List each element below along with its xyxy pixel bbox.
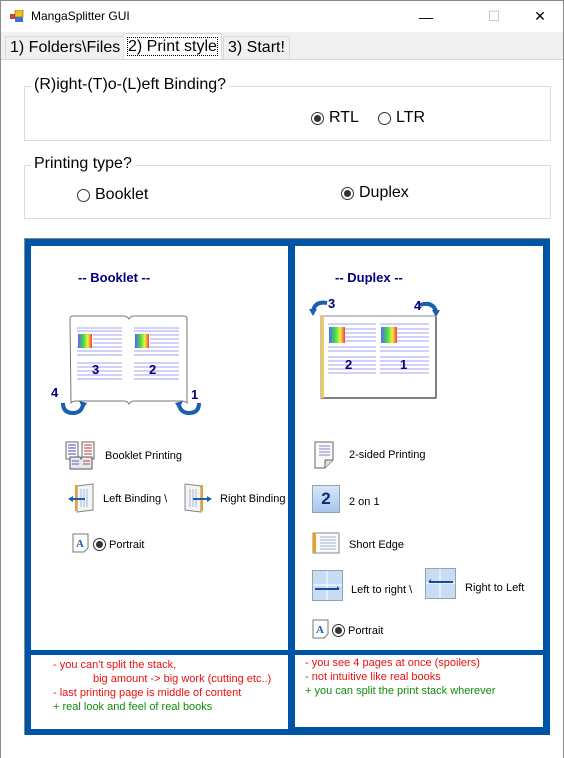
binding-group-label: (R)ight-(T)o-(L)eft Binding? — [31, 76, 230, 94]
printing-group-label: Printing type? — [31, 155, 135, 173]
duplex-notes: - you see 4 pages at once (spoilers) - n… — [305, 656, 495, 698]
booklet-panel: -- Booklet -- 3 2 4 1 Booklet Printing L… — [31, 246, 288, 650]
radio-dot — [77, 188, 90, 202]
note-con: - last printing page is middle of conten… — [53, 687, 242, 699]
note-pro: + you can split the print stack wherever — [305, 685, 496, 697]
note-con: - you see 4 pages at once (spoilers) — [305, 657, 480, 669]
tab-label: 2) Print style — [127, 37, 218, 56]
radio-dot — [341, 186, 354, 200]
duplex-portrait-radio[interactable]: Portrait — [332, 624, 383, 637]
app-icon — [10, 10, 24, 22]
close-button[interactable]: ✕ — [517, 1, 563, 32]
short-edge-icon — [312, 532, 340, 554]
short-edge-label: Short Edge — [349, 539, 405, 551]
minimize-button[interactable]: — — [403, 1, 449, 32]
note-pro: + real look and feel of real books — [53, 701, 213, 713]
portrait-icon: A — [312, 619, 329, 639]
duplex-heading: -- Duplex -- — [335, 270, 403, 285]
duplex-page-2: 2 — [345, 357, 353, 372]
radio-duplex[interactable]: Duplex — [341, 184, 409, 202]
two-on-one-label: 2 on 1 — [349, 496, 380, 508]
duplex-panel: -- Duplex -- 2 1 3 4 2-sided Printing 2 … — [295, 246, 543, 650]
left-binding-label: Left Binding \ — [103, 493, 168, 505]
booklet-page-1: 1 — [191, 387, 199, 402]
main-window: MangaSplitter GUI — ☐ ✕ 1) Folders\Files… — [0, 0, 564, 758]
booklet-heading: -- Booklet -- — [78, 270, 151, 285]
radio-label: Booklet — [95, 186, 149, 203]
tab-label: 1) Folders\Files — [10, 39, 121, 56]
radio-label: Portrait — [109, 538, 145, 551]
printing-type-groupbox: Printing type? Booklet Duplex — [24, 155, 551, 219]
radio-rtl[interactable]: RTL — [311, 109, 359, 127]
radio-label: Portrait — [348, 624, 384, 637]
portrait-icon: A — [72, 533, 89, 553]
booklet-page-3: 3 — [92, 362, 100, 377]
booklet-printing-icon — [65, 441, 95, 470]
radio-ltr[interactable]: LTR — [378, 109, 425, 127]
title-bar: MangaSplitter GUI — ☐ ✕ — [1, 1, 563, 32]
right-binding-label: Right Binding — [220, 493, 286, 505]
radio-dot — [311, 111, 324, 125]
note-con: - not intuitive like real books — [305, 671, 441, 683]
radio-dot — [378, 111, 391, 125]
two-sided-printing-icon — [314, 441, 334, 469]
booklet-page-4: 4 — [51, 385, 59, 400]
left-binding-icon — [68, 483, 94, 513]
maximize-button[interactable]: ☐ — [471, 1, 517, 32]
duplex-diagram-icon — [309, 300, 440, 399]
window-title: MangaSplitter GUI — [31, 9, 130, 23]
print-style-illustration: -- Booklet -- 3 2 4 1 Booklet Printing L… — [24, 238, 550, 735]
tab-print-style[interactable]: 2) Print style — [123, 33, 222, 61]
tab-folders-files[interactable]: 1) Folders\Files — [5, 36, 126, 60]
booklet-notes-panel: - you can't split the stack, big amount … — [31, 655, 288, 729]
right-binding-icon — [184, 483, 212, 513]
booklet-diagram-icon — [61, 315, 201, 416]
svg-text:A: A — [316, 624, 324, 636]
tab-start[interactable]: 3) Start! — [223, 36, 290, 60]
booklet-notes: - you can't split the stack, big amount … — [53, 658, 271, 714]
maximize-icon: ☐ — [487, 8, 501, 24]
right-to-left-icon — [425, 568, 456, 599]
radio-label: Duplex — [359, 184, 409, 201]
radio-dot — [93, 538, 106, 551]
note-con: big amount -> big work (cutting etc..) — [93, 673, 272, 685]
duplex-page-1: 1 — [400, 357, 408, 372]
duplex-page-4: 4 — [414, 298, 422, 313]
right-to-left-label: Right to Left — [465, 582, 525, 594]
two-on-one-icon: 2 — [312, 485, 340, 513]
radio-dot — [332, 624, 345, 637]
booklet-printing-label: Booklet Printing — [105, 450, 183, 462]
booklet-page-2: 2 — [149, 362, 157, 377]
close-icon: ✕ — [534, 8, 546, 24]
booklet-portrait-radio[interactable]: Portrait — [93, 538, 144, 551]
radio-label: LTR — [396, 109, 426, 126]
duplex-notes-panel: - you see 4 pages at once (spoilers) - n… — [295, 655, 543, 727]
note-con: - you can't split the stack, — [53, 659, 177, 671]
left-to-right-icon — [312, 570, 343, 601]
radio-label: RTL — [329, 109, 359, 126]
tab-strip: 1) Folders\Files 2) Print style 3) Start… — [1, 32, 563, 61]
two-sided-printing-label: 2-sided Printing — [349, 449, 426, 461]
left-to-right-label: Left to right \ — [351, 584, 413, 596]
minimize-icon: — — [419, 8, 433, 25]
tab-label: 3) Start! — [228, 39, 285, 56]
binding-groupbox: (R)ight-(T)o-(L)eft Binding? RTL LTR — [24, 76, 551, 141]
duplex-page-3: 3 — [328, 296, 336, 311]
svg-text:A: A — [76, 538, 84, 550]
radio-booklet[interactable]: Booklet — [77, 186, 148, 204]
